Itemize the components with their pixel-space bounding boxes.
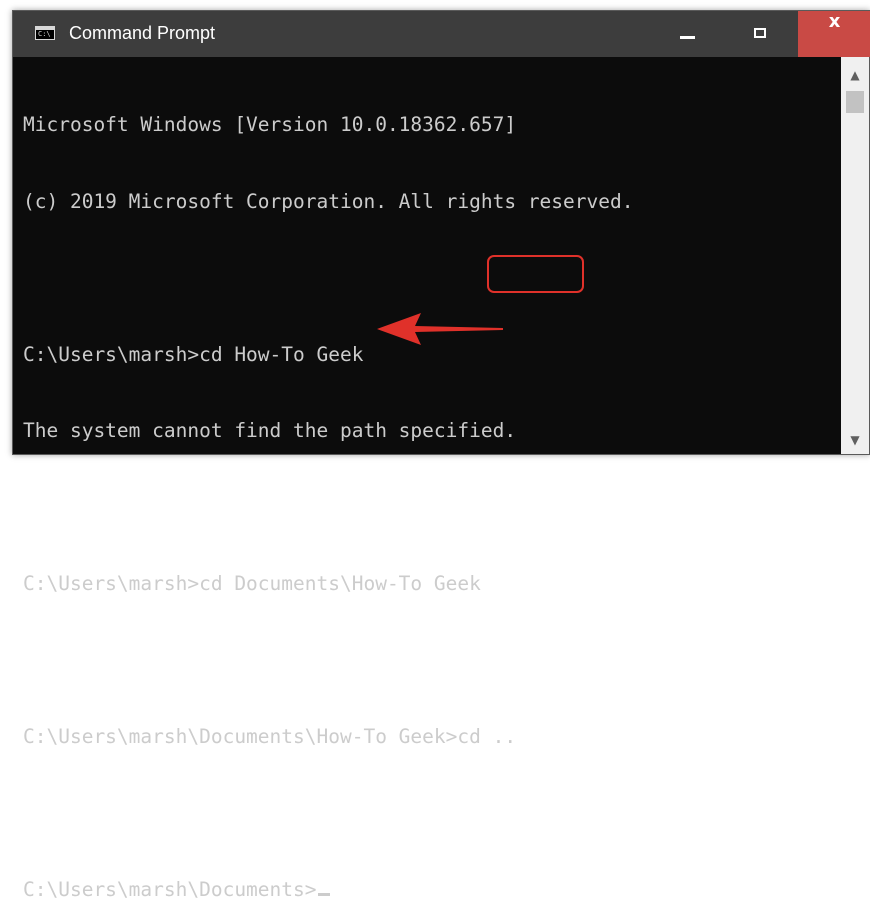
- minimize-icon: [680, 36, 695, 39]
- prompt-text: C:\Users\marsh\Documents>: [23, 878, 317, 901]
- text-cursor: [317, 893, 330, 896]
- window-title: Command Prompt: [69, 23, 216, 43]
- close-icon: x: [828, 11, 841, 32]
- red-arrow-annotation: [377, 313, 503, 345]
- console-output[interactable]: Microsoft Windows [Version 10.0.18362.65…: [23, 61, 843, 901]
- console-line: The system cannot find the path specifie…: [23, 419, 517, 442]
- console-line: C:\Users\marsh\Documents\How-To Geek>cd …: [23, 725, 517, 748]
- close-button[interactable]: x: [798, 11, 870, 57]
- vertical-scrollbar[interactable]: ▲ ▼: [841, 57, 869, 454]
- scroll-down-icon[interactable]: ▼: [841, 428, 869, 452]
- maximize-icon: [754, 28, 766, 38]
- command-prompt-window: C:\ Command Prompt x Microsoft Windows […: [12, 10, 870, 901]
- cmd-icon: C:\: [35, 26, 55, 40]
- cd-command-highlight-box: [487, 255, 584, 293]
- title-bar[interactable]: C:\ Command Prompt x: [13, 11, 870, 57]
- scrollbar-thumb[interactable]: [846, 91, 864, 113]
- console-line: C:\Users\marsh>cd Documents\How-To Geek: [23, 572, 481, 595]
- maximize-button[interactable]: [725, 11, 796, 57]
- console-line: Microsoft Windows [Version 10.0.18362.65…: [23, 113, 517, 136]
- console-prompt-line[interactable]: C:\Users\marsh\Documents>: [23, 877, 843, 903]
- minimize-button[interactable]: [652, 11, 723, 57]
- scroll-up-icon[interactable]: ▲: [841, 63, 869, 87]
- console-line: (c) 2019 Microsoft Corporation. All righ…: [23, 189, 634, 213]
